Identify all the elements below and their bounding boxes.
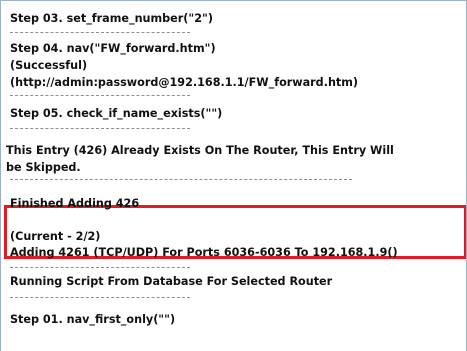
log-step-03: Step 03. set_frame_number("2") xyxy=(10,12,213,25)
log-entry-exists-line1: This Entry (426) Already Exists On The R… xyxy=(6,144,394,157)
log-separator xyxy=(10,297,190,298)
log-partial-wrap: Step 01. nav_first_only("") xyxy=(0,305,467,351)
log-running: Running Script From Database For Selecte… xyxy=(10,275,333,288)
log-separator xyxy=(10,128,190,129)
log-separator xyxy=(10,179,352,180)
log-step-04-url: (http://admin:password@192.168.1.1/FW_fo… xyxy=(10,76,359,89)
log-separator xyxy=(10,95,190,96)
log-adding: Adding 4261 (TCP/UDP) For Ports 6036-603… xyxy=(10,246,398,259)
log-separator xyxy=(10,32,190,33)
log-step-05: Step 05. check_if_name_exists("") xyxy=(10,107,223,120)
log-step-04-status: (Successful) xyxy=(10,59,88,72)
log-entry-exists-line2: be Skipped. xyxy=(6,161,81,174)
log-current: (Current - 2/2) xyxy=(10,230,101,243)
log-separator xyxy=(10,267,190,268)
log-finished: Finished Adding 426 xyxy=(10,197,140,210)
log-step-04: Step 04. nav("FW_forward.htm") xyxy=(10,42,216,55)
log-step-01-partial: Step 01. nav_first_only("") xyxy=(10,313,176,326)
